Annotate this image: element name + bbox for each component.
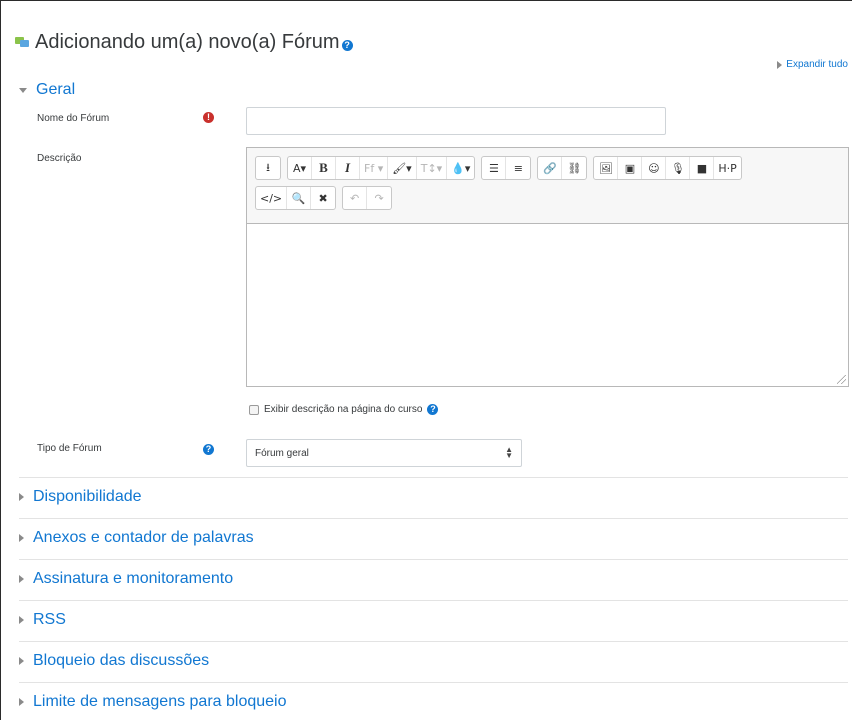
page-title: Adicionando um(a) novo(a) Fórum ? — [15, 29, 353, 55]
toolbar-group: 🖼 ▣ ☺ 🎙 ■ H·P — [593, 156, 742, 180]
caret-right-icon — [19, 616, 24, 624]
caret-right-icon — [19, 657, 24, 665]
caret-right-icon — [777, 60, 783, 69]
show-description-checkbox[interactable] — [249, 404, 259, 415]
h5p-icon[interactable]: H·P — [714, 157, 740, 179]
section-title: Bloqueio das discussões — [33, 652, 210, 669]
toolbar-group: ☰ ≡ — [481, 156, 532, 180]
description-editor[interactable]: ⭳ A▾ B I Ff ▾ 🖌▾ T↕▾ 💧▾ ☰ ≡ 🔗 ⛓ 🖼 ▣ ☺ 🎙 ■ H·P </> 🔍 ✖ ↶ ↷ — [246, 147, 849, 387]
ordered-list-icon[interactable]: ≡ — [506, 157, 530, 179]
page-frame: Adicionando um(a) novo(a) Fórum ? Expand… — [0, 0, 852, 720]
page-title-text: Adicionando um(a) novo(a) Fórum — [35, 30, 340, 53]
section-geral-toggle[interactable]: Geral — [19, 81, 75, 99]
toolbar-group: 🔗 ⛓ — [537, 156, 588, 180]
section-title: Assinatura e monitoramento — [33, 570, 234, 587]
show-more-icon[interactable]: ⭳ — [256, 157, 280, 179]
show-description-label: Exibir descrição na página do curso — [264, 404, 423, 415]
section-title: Limite de mensagens para bloqueio — [33, 693, 287, 710]
section-divider — [19, 682, 848, 683]
unlink-icon[interactable]: ⛓ — [562, 157, 586, 179]
expand-all-label: Expandir tudo — [786, 59, 848, 70]
forum-type-value: Fórum geral — [255, 447, 309, 459]
question-circle-icon[interactable]: ? — [203, 444, 214, 455]
select-arrows-icon: ▲ ▼ — [505, 445, 513, 460]
bold-icon[interactable]: B — [312, 157, 336, 179]
font-family-icon[interactable]: Ff ▾ — [360, 157, 389, 179]
section-divider — [19, 518, 848, 519]
resize-grip-icon[interactable] — [837, 375, 846, 384]
section-toggle[interactable]: RSS — [19, 611, 66, 629]
section-toggle[interactable]: Anexos e contador de palavras — [19, 529, 254, 547]
exclamation-circle-icon: ! — [203, 112, 214, 123]
section-toggle[interactable]: Bloqueio das discussões — [19, 652, 209, 670]
toolbar-group: A▾ B I Ff ▾ 🖌▾ T↕▾ 💧▾ — [287, 156, 476, 180]
image-icon[interactable]: 🖼 — [594, 157, 619, 179]
toolbar-group: </> 🔍 ✖ — [255, 186, 337, 210]
find-replace-icon[interactable]: 🔍 — [287, 187, 312, 209]
section-title: Disponibilidade — [33, 488, 142, 505]
html-icon[interactable]: </> — [256, 187, 288, 209]
forum-type-select[interactable]: Fórum geral ▲ ▼ — [246, 439, 522, 467]
caret-right-icon — [19, 698, 24, 706]
section-title: RSS — [33, 611, 66, 628]
section-toggle[interactable]: Assinatura e monitoramento — [19, 570, 233, 588]
unordered-list-icon[interactable]: ☰ — [482, 157, 507, 179]
forum-chat-icon — [15, 36, 29, 47]
toolbar-group: ⭳ — [255, 156, 281, 180]
section-divider — [19, 477, 848, 478]
section-title: Anexos e contador de palavras — [33, 529, 254, 546]
toolbar-row: ⭳ A▾ B I Ff ▾ 🖌▾ T↕▾ 💧▾ ☰ ≡ 🔗 ⛓ 🖼 ▣ ☺ 🎙 ■ H·P — [255, 156, 848, 180]
toolbar-group: ↶ ↷ — [342, 186, 393, 210]
caret-right-icon — [19, 493, 24, 501]
section-divider — [19, 559, 848, 560]
editor-content-area[interactable] — [247, 224, 848, 386]
italic-icon[interactable]: I — [336, 157, 360, 179]
brush-icon[interactable]: 🖌▾ — [388, 157, 417, 179]
link-icon[interactable]: 🔗 — [538, 157, 563, 179]
fullscreen-icon[interactable]: ✖ — [311, 187, 335, 209]
description-label: Descrição — [37, 153, 82, 164]
toolbar-row: </> 🔍 ✖ ↶ ↷ — [255, 186, 848, 210]
redo-icon[interactable]: ↷ — [367, 187, 391, 209]
forum-name-label: Nome do Fórum — [37, 113, 110, 124]
section-toggle[interactable]: Limite de mensagens para bloqueio — [19, 693, 287, 711]
forum-name-input[interactable] — [246, 107, 666, 135]
undo-icon[interactable]: ↶ — [343, 187, 368, 209]
background-color-icon[interactable]: 💧▾ — [447, 157, 474, 179]
question-circle-icon[interactable]: ? — [427, 404, 439, 415]
forum-type-label: Tipo de Fórum — [37, 443, 102, 454]
caret-down-icon — [19, 87, 27, 93]
emoticon-icon[interactable]: ☺ — [642, 157, 667, 179]
record-video-icon[interactable]: ■ — [690, 157, 715, 179]
section-title: Geral — [36, 81, 76, 98]
section-divider — [19, 600, 848, 601]
media-icon[interactable]: ▣ — [618, 157, 643, 179]
show-description-row[interactable]: Exibir descrição na página do curso ? — [249, 404, 439, 415]
font-size-icon[interactable]: T↕▾ — [417, 157, 448, 179]
caret-right-icon — [19, 534, 24, 542]
section-toggle[interactable]: Disponibilidade — [19, 488, 142, 506]
expand-all-link[interactable]: Expandir tudo — [777, 59, 848, 70]
question-circle-icon[interactable]: ? — [341, 39, 353, 51]
record-audio-icon[interactable]: 🎙 — [666, 157, 691, 179]
caret-right-icon — [19, 575, 24, 583]
section-divider — [19, 641, 848, 642]
font-color-icon[interactable]: A▾ — [288, 157, 312, 179]
editor-toolbar: ⭳ A▾ B I Ff ▾ 🖌▾ T↕▾ 💧▾ ☰ ≡ 🔗 ⛓ 🖼 ▣ ☺ 🎙 ■ H·P </> 🔍 ✖ ↶ ↷ — [247, 148, 848, 224]
